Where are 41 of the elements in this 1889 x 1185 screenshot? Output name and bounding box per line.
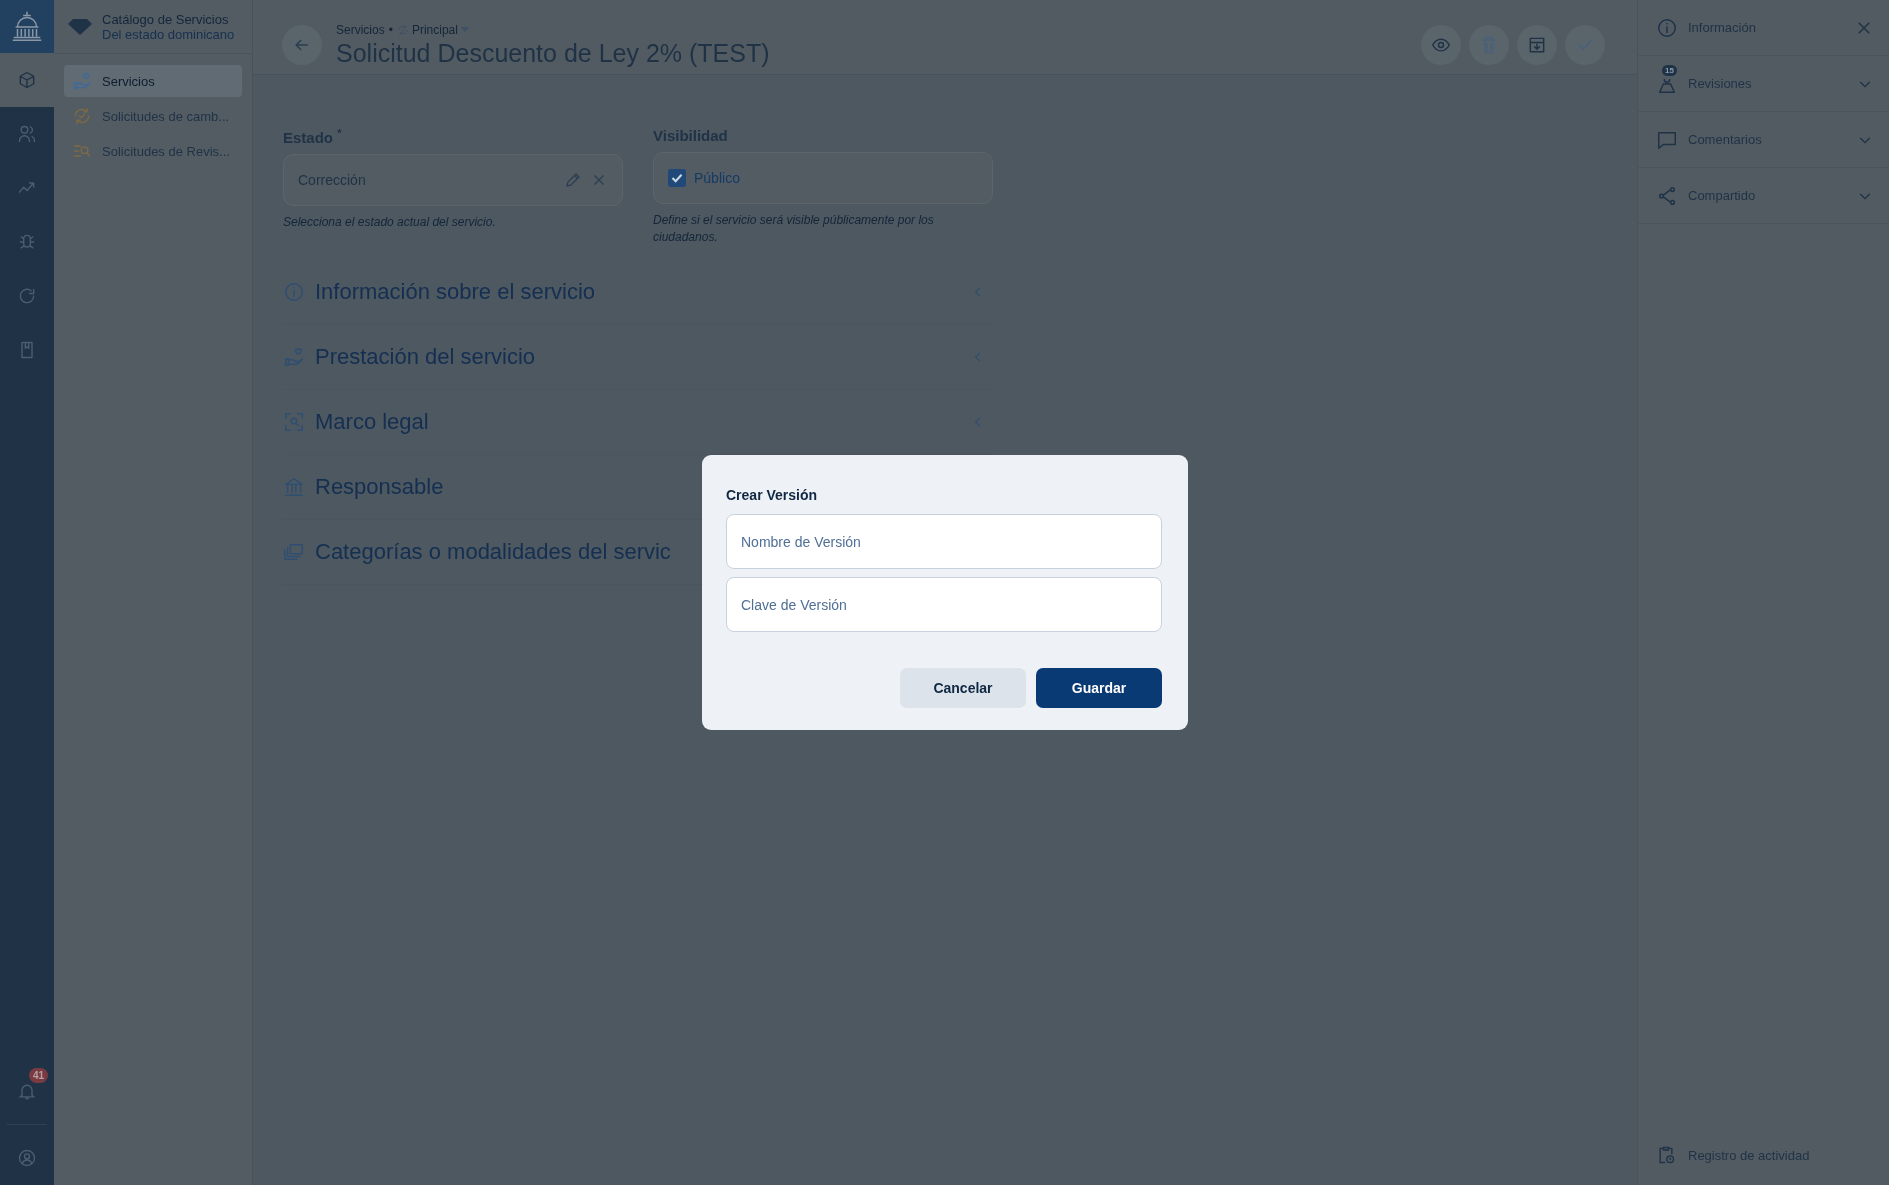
section-header[interactable]: Prestación del servicio [283, 325, 993, 390]
info-icon [1656, 16, 1678, 39]
checkbox-label: Público [694, 170, 740, 186]
text-input-field[interactable]: Clave de Versión [726, 577, 1162, 632]
branch-selector[interactable]: Principal [396, 22, 469, 37]
breadcrumb-separator: • [388, 22, 393, 37]
eye-action-button[interactable] [1421, 25, 1461, 65]
share-icon [1656, 184, 1678, 207]
dome-logo-icon [0, 0, 54, 53]
archive-action-button[interactable] [1517, 25, 1557, 65]
hand-heart-icon [283, 346, 305, 368]
bank-icon [283, 476, 305, 498]
section-header[interactable]: Información sobre el servicio [283, 260, 993, 325]
count-badge: 15 [1662, 64, 1677, 76]
dialog-title: Crear Versión [726, 487, 819, 503]
field-help-text: Define si el servicio será visible públicamente por los ciudadanos. [653, 212, 935, 246]
app-title: Catálogo de Servicios [102, 11, 230, 27]
checkbox[interactable] [668, 169, 686, 187]
text-input-field[interactable]: Nombre de Versión [726, 514, 1162, 569]
breadcrumb-link[interactable]: Servicios [336, 22, 385, 37]
users-icon [17, 124, 37, 144]
notification-count: 41 [28, 1068, 48, 1083]
clipboard-clock-icon [1656, 1145, 1676, 1165]
diamond-logo-icon [68, 18, 92, 35]
rail-nav-item[interactable] [0, 53, 54, 107]
hand-heart-icon [72, 71, 92, 91]
notifications-button[interactable]: 41 [0, 1064, 54, 1118]
scan-icon [283, 411, 305, 433]
cycle-icon [72, 106, 92, 126]
app-subtitle: Del estado dominicano [102, 26, 235, 42]
field-help-text: Selecciona el estado actual del servicio. [283, 214, 497, 231]
save-button[interactable]: Guardar [1036, 668, 1162, 708]
refresh-icon [17, 286, 37, 306]
cube-icon [17, 70, 37, 90]
archive-icon [1527, 35, 1547, 55]
pencil-icon[interactable] [564, 171, 582, 189]
info-icon [283, 281, 305, 303]
layers-icon [283, 541, 305, 563]
sidebar-item[interactable]: Servicios [64, 65, 242, 97]
back-button[interactable] [282, 25, 322, 65]
cancel-button[interactable]: Cancelar [900, 668, 1026, 708]
